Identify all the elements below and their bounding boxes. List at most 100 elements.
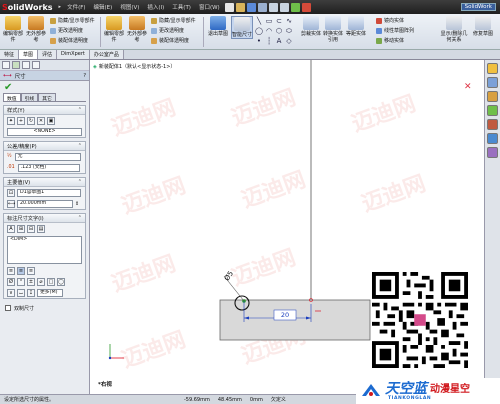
tab-features[interactable]: 特征 bbox=[0, 50, 20, 59]
align-left-icon[interactable]: ≡ bbox=[7, 266, 15, 275]
options-icon[interactable] bbox=[301, 2, 311, 12]
dual-dimension-checkbox[interactable] bbox=[5, 305, 11, 311]
tab-office-products[interactable]: 办公室产品 bbox=[89, 50, 124, 59]
tab-evaluate[interactable]: 评估 bbox=[38, 50, 58, 59]
text-format-icon-3[interactable]: ⊟ bbox=[27, 224, 35, 233]
text-format-icon-1[interactable]: A bbox=[7, 224, 15, 233]
edit-component-button[interactable]: 编辑零部件 bbox=[2, 16, 24, 43]
plusminus-symbol-button[interactable]: ± bbox=[27, 277, 35, 286]
line-icon[interactable]: ╲ bbox=[255, 17, 263, 25]
open-file-icon[interactable] bbox=[235, 2, 245, 12]
symbol-button-8[interactable]: ⌴ bbox=[17, 288, 25, 297]
dimension-text-field[interactable]: <DIM> bbox=[7, 235, 82, 264]
offset-entities-button[interactable]: 等距实体 bbox=[345, 16, 367, 37]
smart-dimension-button[interactable]: 智能尺寸 bbox=[231, 16, 253, 39]
file-explorer-icon[interactable] bbox=[487, 91, 498, 102]
precision-select[interactable]: .123 (文档) bbox=[17, 163, 80, 172]
square-symbol-button[interactable]: □ bbox=[47, 277, 55, 286]
tolerance-type-select[interactable]: 无 bbox=[14, 152, 81, 161]
dimension-name-field[interactable]: D1@草图1 bbox=[17, 188, 81, 197]
mirror-entities[interactable]: 镜向实体 bbox=[376, 17, 404, 24]
primary-value-header[interactable]: 主要值(V) ⌃ bbox=[4, 178, 85, 187]
collapse-icon[interactable]: ⌃ bbox=[78, 107, 82, 113]
more-symbols-button[interactable]: 更多(M) bbox=[37, 288, 63, 297]
align-center-icon[interactable]: ≡ bbox=[17, 266, 25, 275]
slot-icon[interactable]: ⊂ bbox=[275, 17, 283, 25]
symbol-button-7[interactable]: ∨ bbox=[7, 288, 15, 297]
print-icon[interactable] bbox=[257, 2, 267, 12]
menu-insert[interactable]: 插入(I) bbox=[143, 3, 168, 11]
tab-dimxpert[interactable]: DimXpert bbox=[57, 50, 90, 59]
diameter-symbol-button[interactable]: Ø bbox=[7, 277, 15, 286]
repair-sketch-button[interactable]: 修复草图 bbox=[470, 16, 496, 37]
dimension-value-text[interactable]: 20 bbox=[274, 310, 296, 320]
feature-tree-icon[interactable] bbox=[2, 61, 10, 69]
text-format-icon-2[interactable]: ⊞ bbox=[17, 224, 25, 233]
center-symbol-button[interactable]: ⌀ bbox=[37, 277, 45, 286]
configuration-manager-icon[interactable] bbox=[22, 61, 30, 69]
align-right-icon[interactable]: ≡ bbox=[27, 266, 35, 275]
collapse-icon[interactable]: ⌃ bbox=[78, 179, 82, 185]
hide-show-component-1[interactable]: 隐藏/显示零部件 bbox=[50, 17, 95, 24]
style-save-icon[interactable]: ▣ bbox=[47, 116, 55, 125]
no-external-ref-button-2[interactable]: 无外部参考 bbox=[126, 16, 148, 43]
dimension-value-field[interactable]: 20.000mm bbox=[17, 199, 73, 208]
hole-symbol-button[interactable]: ◯ bbox=[57, 277, 65, 286]
save-icon[interactable] bbox=[246, 2, 256, 12]
centerline-icon[interactable]: ┆ bbox=[265, 37, 273, 45]
edit-component-button-2[interactable]: 编辑零部件 bbox=[103, 16, 125, 43]
hide-show-component-2[interactable]: 隐藏/显示零部件 bbox=[151, 17, 196, 24]
undo-icon[interactable] bbox=[268, 2, 278, 12]
subtab-leaders[interactable]: 引线 bbox=[20, 93, 39, 102]
rebuild-icon[interactable] bbox=[290, 2, 300, 12]
menu-window[interactable]: 窗口(W) bbox=[195, 3, 224, 11]
property-manager-icon[interactable] bbox=[12, 61, 20, 69]
polygon-icon[interactable]: ⬡ bbox=[275, 27, 283, 35]
help-icon[interactable]: ? bbox=[83, 73, 86, 79]
custom-properties-icon[interactable] bbox=[487, 133, 498, 144]
menu-tools[interactable]: 工具(T) bbox=[168, 3, 195, 11]
move-entities[interactable]: 移动实体 bbox=[376, 37, 404, 44]
change-transparency-2[interactable]: 更改透明度 bbox=[151, 27, 184, 34]
text-icon[interactable]: A bbox=[275, 37, 283, 45]
style-add-icon[interactable]: + bbox=[17, 116, 25, 125]
subtab-value[interactable]: 数值 bbox=[3, 93, 21, 102]
collapse-icon[interactable]: ⌃ bbox=[78, 215, 82, 221]
new-file-icon[interactable] bbox=[224, 2, 234, 12]
scenes-icon[interactable] bbox=[487, 147, 498, 158]
style-apply-default-icon[interactable]: ✦ bbox=[7, 116, 15, 125]
trim-entities-button[interactable]: 剪裁实体 bbox=[300, 16, 322, 37]
style-update-icon[interactable]: ↻ bbox=[27, 116, 35, 125]
point-icon[interactable]: • bbox=[255, 37, 263, 45]
ellipse-icon[interactable]: ⬭ bbox=[285, 27, 293, 35]
no-external-ref-button[interactable]: 无外部参考 bbox=[25, 16, 47, 43]
dimension-text-header[interactable]: 标注尺寸文字(I) ⌃ bbox=[4, 214, 85, 223]
tolerance-group-header[interactable]: 公差/精度(P) ⌃ bbox=[4, 142, 85, 151]
subtab-other[interactable]: 其它 bbox=[38, 93, 56, 102]
menu-edit[interactable]: 编辑(E) bbox=[90, 3, 117, 11]
circle-icon[interactable]: ◯ bbox=[255, 27, 263, 35]
symbol-button-9[interactable]: ↧ bbox=[27, 288, 35, 297]
convert-entities-button[interactable]: 转换实体引用 bbox=[322, 16, 344, 43]
appearances-icon[interactable] bbox=[487, 119, 498, 130]
ok-button[interactable]: ✔ bbox=[0, 81, 89, 93]
degree-symbol-button[interactable]: ° bbox=[17, 277, 25, 286]
dimxpert-manager-icon[interactable] bbox=[32, 61, 40, 69]
tab-sketch[interactable]: 草图 bbox=[19, 50, 39, 59]
exit-sketch-button[interactable]: 退出草图 bbox=[207, 16, 229, 37]
search-icon[interactable] bbox=[487, 105, 498, 116]
assembly-transparency-2[interactable]: 装配体透明度 bbox=[151, 37, 189, 44]
style-delete-icon[interactable]: ✕ bbox=[37, 116, 45, 125]
spline-icon[interactable]: ∿ bbox=[285, 17, 293, 25]
rectangle-icon[interactable]: ▭ bbox=[265, 17, 273, 25]
change-transparency-1[interactable]: 更改透明度 bbox=[50, 27, 83, 34]
select-icon[interactable] bbox=[279, 2, 289, 12]
display-delete-relations-button[interactable]: 显示/删除几何关系 bbox=[440, 16, 468, 43]
plane-icon[interactable]: ◇ bbox=[285, 37, 293, 45]
text-format-icon-4[interactable]: ▤ bbox=[37, 224, 45, 233]
style-select[interactable]: <NONE> bbox=[7, 127, 82, 136]
spinner-icon[interactable]: ⇕ bbox=[75, 201, 79, 207]
assembly-transparency-1[interactable]: 装配体透明度 bbox=[50, 37, 88, 44]
menu-view[interactable]: 视图(V) bbox=[116, 3, 143, 11]
style-group-header[interactable]: 样式(Y) ⌃ bbox=[4, 106, 85, 115]
